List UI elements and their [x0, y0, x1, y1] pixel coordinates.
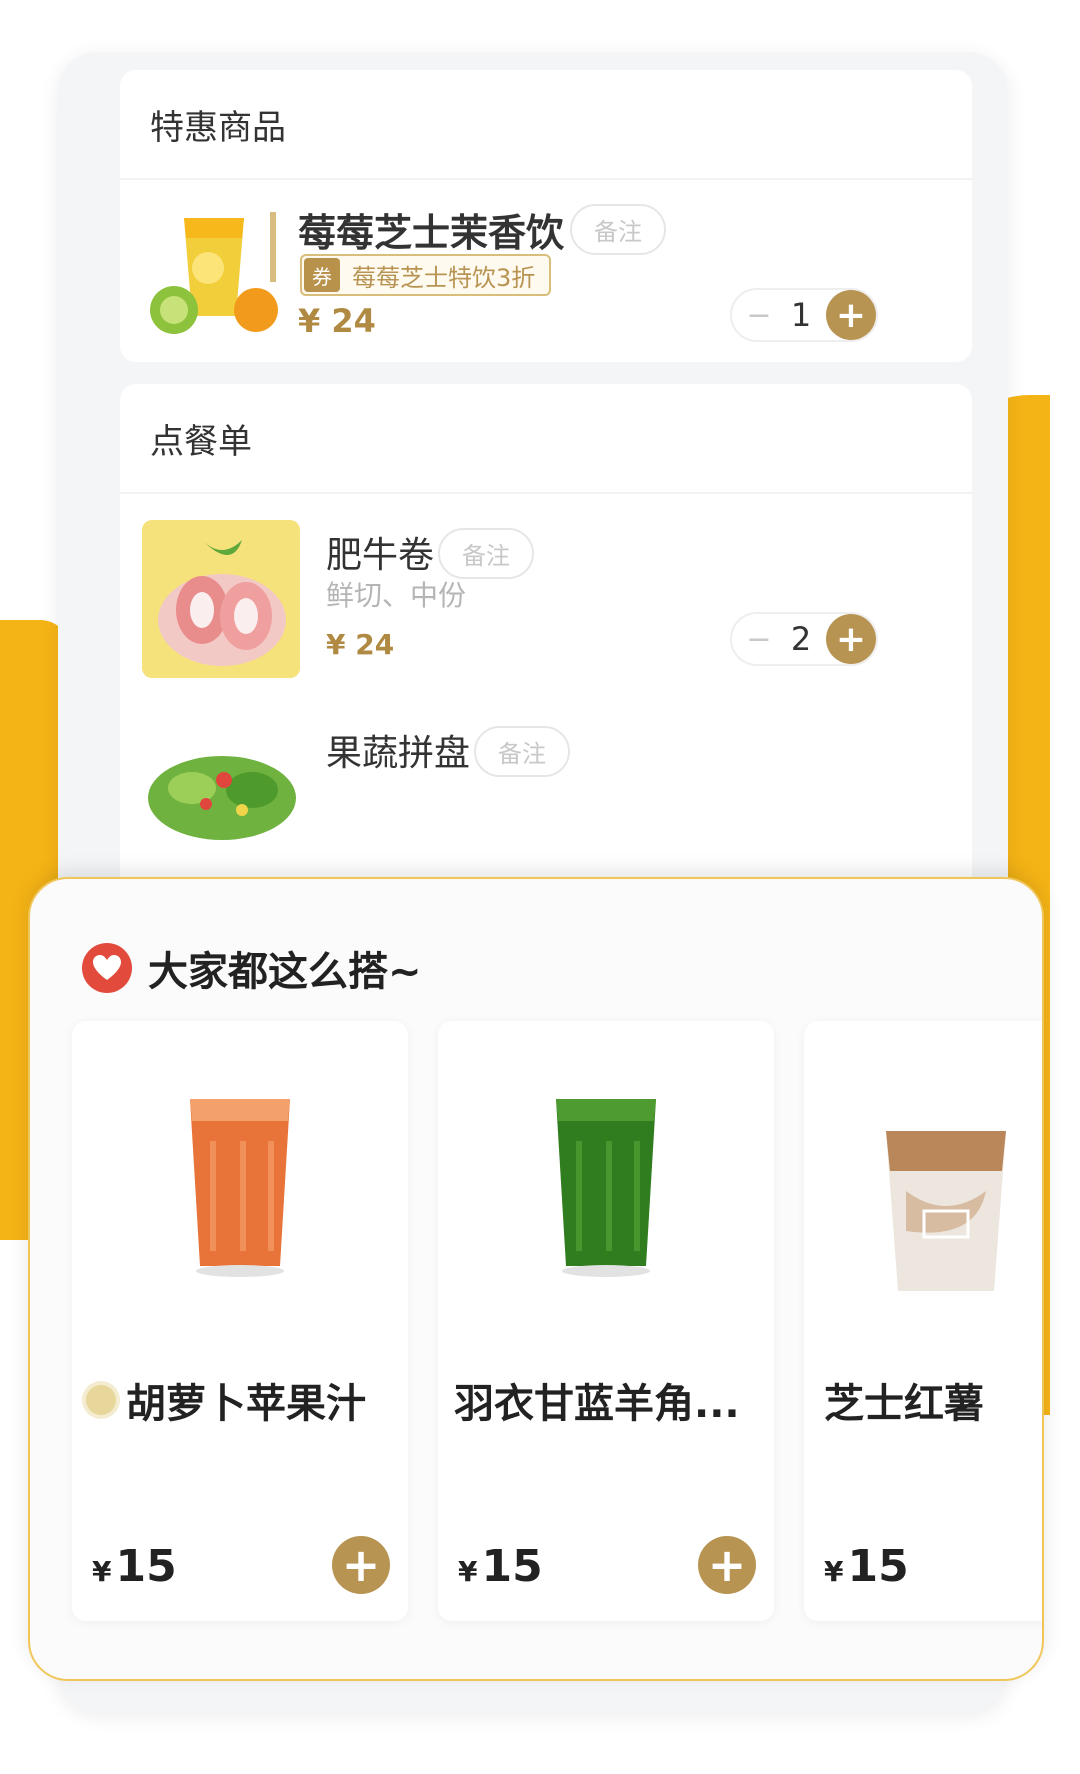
hot-badge-icon	[86, 1385, 116, 1415]
product-image-berry-drink	[136, 198, 286, 338]
product-image-kale-juice	[556, 1099, 656, 1277]
add-to-cart-button[interactable]: +	[332, 1536, 390, 1594]
add-to-cart-button[interactable]: +	[698, 1536, 756, 1594]
minus-icon[interactable]: −	[742, 622, 776, 657]
order-section-title: 点餐单	[120, 384, 972, 494]
product-image-carrot-juice	[190, 1099, 290, 1277]
product-image-veg-platter	[142, 718, 300, 876]
order-item-name: 肥牛卷	[326, 535, 435, 576]
recommended-product-card[interactable]: 芝士红薯 ¥15	[804, 1021, 1042, 1621]
special-item-price: ¥ 24	[298, 302, 376, 340]
recommended-product-name: 胡萝卜苹果汁	[126, 1381, 366, 1427]
coupon-text: 莓莓芝士特饮3折	[352, 263, 536, 292]
order-item-quantity: 2	[790, 620, 812, 658]
special-item-note-button[interactable]: 备注	[570, 204, 666, 255]
plus-icon[interactable]: +	[826, 614, 876, 664]
product-image-beef-roll	[142, 520, 300, 678]
recommendation-header: 大家都这么搭~	[82, 939, 422, 997]
order-item-note-button[interactable]: 备注	[474, 726, 570, 777]
order-item-spec: 鲜切、中份	[326, 579, 467, 612]
heart-icon	[82, 943, 132, 993]
special-section-title: 特惠商品	[120, 70, 972, 180]
order-item-price: ¥ 24	[326, 628, 395, 661]
special-offer-card: 特惠商品 莓莓芝士茉香饮 备注 券 莓莓芝士特饮3折 ¥ 24 − 1 +	[120, 70, 972, 362]
coupon-badge: 券 莓莓芝士特饮3折	[300, 254, 552, 296]
recommended-product-price: ¥15	[824, 1541, 909, 1592]
recommended-product-price: ¥15	[458, 1541, 543, 1592]
recommended-product-card[interactable]: 羽衣甘蓝羊角... ¥15 +	[438, 1021, 774, 1621]
recommendation-title: 大家都这么搭~	[148, 949, 422, 995]
recommended-product-name: 羽衣甘蓝羊角...	[454, 1381, 740, 1427]
recommended-product-card[interactable]: 胡萝卜苹果汁 ¥15 +	[72, 1021, 408, 1621]
order-item-quantity-stepper: − 2 +	[730, 612, 878, 666]
recommended-product-name: 芝士红薯	[824, 1381, 984, 1427]
minus-icon[interactable]: −	[742, 298, 776, 333]
special-item-quantity-stepper: − 1 +	[730, 288, 878, 342]
coupon-tag: 券	[304, 258, 340, 292]
special-item-quantity: 1	[790, 296, 812, 334]
special-item-name: 莓莓芝士茉香饮	[298, 211, 565, 255]
order-item-name: 果蔬拼盘	[326, 733, 471, 774]
plus-icon[interactable]: +	[826, 290, 876, 340]
product-image-cheese-sweet-potato	[886, 1131, 1006, 1291]
order-item-note-button[interactable]: 备注	[438, 528, 534, 579]
recommended-product-price: ¥15	[92, 1541, 177, 1592]
recommendation-panel: 大家都这么搭~ 胡萝卜苹果汁 ¥15 + 羽衣甘蓝羊角... ¥15 + 芝士红…	[28, 877, 1044, 1681]
